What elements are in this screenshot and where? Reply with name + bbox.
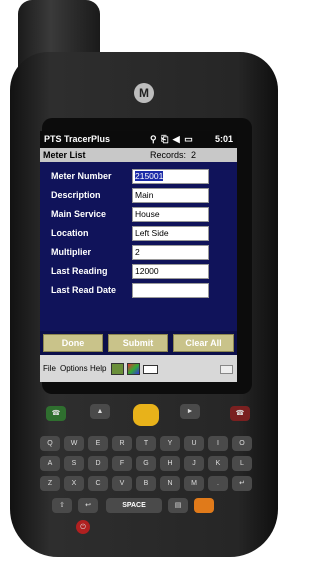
brand-logo-icon: M bbox=[134, 83, 154, 103]
main-service-value: House bbox=[135, 209, 160, 219]
key-a[interactable]: A bbox=[40, 456, 60, 471]
key-q[interactable]: Q bbox=[40, 436, 60, 451]
key-z[interactable]: Z bbox=[40, 476, 60, 491]
records-label: Records: bbox=[150, 150, 187, 160]
key-d[interactable]: D bbox=[88, 456, 108, 471]
location-input[interactable]: Left Side bbox=[132, 226, 209, 241]
key-r[interactable]: R bbox=[112, 436, 132, 451]
field-row-last-read-date: Last Read Date bbox=[40, 282, 237, 300]
last-reading-value: 12000 bbox=[135, 266, 159, 276]
key-k[interactable]: K bbox=[208, 456, 228, 471]
key-alt[interactable]: ↩ bbox=[78, 498, 98, 513]
key-t[interactable]: T bbox=[136, 436, 156, 451]
keyboard-icon[interactable] bbox=[220, 365, 233, 374]
key-h[interactable]: H bbox=[160, 456, 180, 471]
multiplier-label: Multiplier bbox=[51, 247, 91, 257]
key-s[interactable]: S bbox=[64, 456, 84, 471]
last-read-date-label: Last Read Date bbox=[51, 285, 117, 295]
key-e[interactable]: E bbox=[88, 436, 108, 451]
description-value: Main bbox=[135, 190, 154, 200]
nav-up-left-key[interactable]: ▲ bbox=[90, 404, 110, 419]
page-title: Meter List bbox=[43, 150, 86, 160]
key-symbol[interactable]: ▤ bbox=[168, 498, 188, 513]
device-screen: PTS TracerPlus ⚲ ⎗ ◀ ▭ 5:01 Meter List R… bbox=[40, 131, 237, 382]
key-m[interactable]: M bbox=[184, 476, 204, 491]
meter-number-input[interactable]: 215001 bbox=[132, 169, 209, 184]
key-u[interactable]: U bbox=[184, 436, 204, 451]
description-label: Description bbox=[51, 190, 101, 200]
center-scan-key[interactable] bbox=[133, 404, 159, 426]
key-c[interactable]: C bbox=[88, 476, 108, 491]
status-icons: ⚲ ⎗ ◀ ▭ bbox=[150, 134, 194, 144]
key-b[interactable]: B bbox=[136, 476, 156, 491]
multiplier-input[interactable]: 2 bbox=[132, 245, 209, 260]
power-icon[interactable]: ⏻ bbox=[76, 520, 90, 534]
field-row-meter-number: Meter Number 215001 bbox=[40, 168, 237, 186]
last-read-date-input[interactable] bbox=[132, 283, 209, 298]
records-count: 2 bbox=[191, 150, 197, 160]
key-period[interactable]: . bbox=[208, 476, 228, 491]
location-value: Left Side bbox=[135, 228, 169, 238]
key-f[interactable]: F bbox=[112, 456, 132, 471]
multiplier-value: 2 bbox=[135, 247, 140, 257]
menu-bar: File Options Help bbox=[40, 355, 237, 382]
clear-all-button[interactable]: Clear All bbox=[173, 334, 234, 352]
key-g[interactable]: G bbox=[136, 456, 156, 471]
key-x[interactable]: X bbox=[64, 476, 84, 491]
status-bar: PTS TracerPlus ⚲ ⎗ ◀ ▭ 5:01 bbox=[40, 131, 237, 148]
submit-button[interactable]: Submit bbox=[108, 334, 168, 352]
key-j[interactable]: J bbox=[184, 456, 204, 471]
action-button-bar: Done Submit Clear All bbox=[40, 331, 237, 355]
meter-number-label: Meter Number bbox=[51, 171, 112, 181]
help-menu[interactable]: Help bbox=[90, 355, 106, 382]
file-menu[interactable]: File bbox=[43, 355, 56, 382]
toolbar-color-icon[interactable] bbox=[127, 363, 140, 375]
key-o[interactable]: O bbox=[232, 436, 252, 451]
meter-number-value: 215001 bbox=[135, 171, 164, 181]
key-v[interactable]: V bbox=[112, 476, 132, 491]
orange-key[interactable] bbox=[194, 498, 214, 513]
battery-icon bbox=[143, 365, 158, 374]
options-menu[interactable]: Options bbox=[60, 355, 88, 382]
key-n[interactable]: N bbox=[160, 476, 180, 491]
main-service-input[interactable]: House bbox=[132, 207, 209, 222]
key-shift[interactable]: ⇧ bbox=[52, 498, 72, 513]
main-service-label: Main Service bbox=[51, 209, 107, 219]
field-row-description: Description Main bbox=[40, 187, 237, 205]
description-input[interactable]: Main bbox=[132, 188, 209, 203]
field-row-last-reading: Last Reading 12000 bbox=[40, 263, 237, 281]
end-key[interactable]: ☎ bbox=[230, 406, 250, 421]
list-header: Meter List Records: 2 bbox=[40, 148, 237, 162]
clock-time: 5:01 bbox=[214, 134, 233, 144]
keypad: ☎ ▲ ► ☎ Q W E R T Y U I O A S D F G H J … bbox=[38, 400, 264, 540]
last-reading-label: Last Reading bbox=[51, 266, 108, 276]
done-button[interactable]: Done bbox=[43, 334, 103, 352]
space-key[interactable]: SPACE bbox=[106, 498, 162, 513]
key-l[interactable]: L bbox=[232, 456, 252, 471]
records-indicator: Records: 2 bbox=[150, 148, 196, 162]
key-i[interactable]: I bbox=[208, 436, 228, 451]
key-w[interactable]: W bbox=[64, 436, 84, 451]
key-enter[interactable]: ↵ bbox=[232, 476, 252, 491]
toolbar-app-icon[interactable] bbox=[111, 363, 124, 375]
location-label: Location bbox=[51, 228, 89, 238]
app-name: PTS TracerPlus bbox=[44, 134, 111, 144]
field-row-multiplier: Multiplier 2 bbox=[40, 244, 237, 262]
call-key[interactable]: ☎ bbox=[46, 406, 66, 421]
field-row-location: Location Left Side bbox=[40, 225, 237, 243]
field-row-main-service: Main Service House bbox=[40, 206, 237, 224]
last-reading-input[interactable]: 12000 bbox=[132, 264, 209, 279]
nav-up-right-key[interactable]: ► bbox=[180, 404, 200, 419]
key-y[interactable]: Y bbox=[160, 436, 180, 451]
